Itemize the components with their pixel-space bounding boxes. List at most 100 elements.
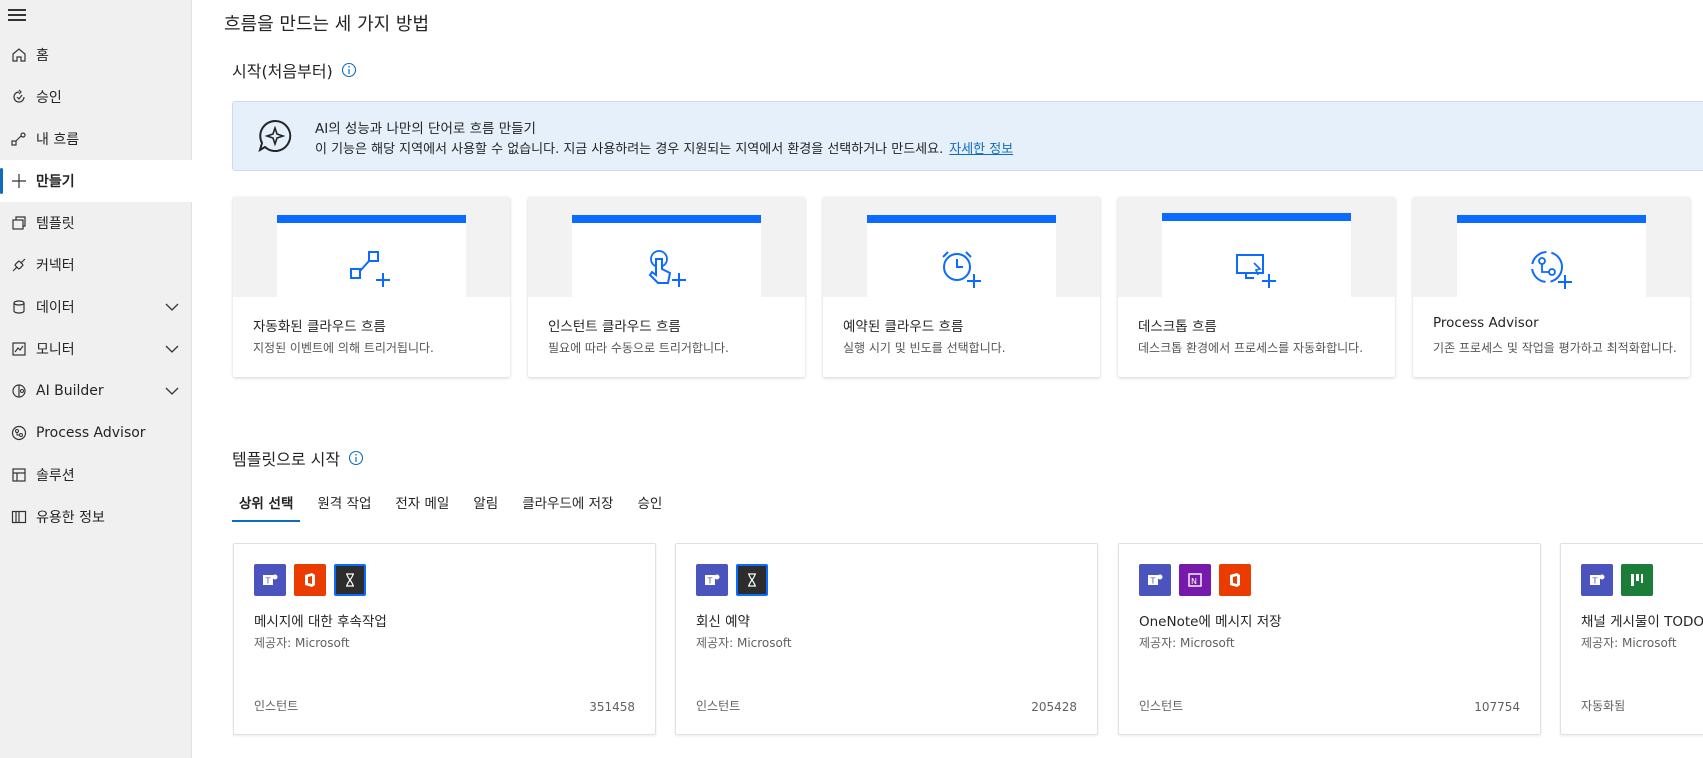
sidebar-item-process-advisor[interactable]: Process Advisor [0, 412, 192, 454]
timer-icon [736, 564, 768, 596]
info-icon[interactable] [348, 450, 364, 466]
desktop-flow-icon [1236, 254, 1276, 288]
chevron-down-icon[interactable] [164, 383, 180, 399]
scheduled-cloud-flow-card[interactable]: 예약된 클라우드 흐름 실행 시기 및 빈도를 선택합니다. [823, 197, 1100, 377]
template-type: 인스턴트 [1139, 699, 1184, 713]
automated-cloud-flow-card[interactable]: 자동화된 클라우드 흐름 지정된 이벤트에 의해 트리거됩니다. [233, 197, 510, 377]
svg-text:T: T [707, 577, 713, 586]
plus-icon [10, 172, 28, 190]
tab-approvals[interactable]: 승인 [630, 494, 669, 522]
card-title: 인스턴트 클라우드 흐름 [548, 319, 681, 335]
chevron-down-icon[interactable] [164, 341, 180, 357]
info-icon[interactable] [341, 62, 357, 78]
instant-cloud-flow-card[interactable]: 인스턴트 클라우드 흐름 필요에 따라 수동으로 트리거합니다. [528, 197, 805, 377]
sidebar-item-label: 템플릿 [36, 216, 75, 232]
tab-save-to-cloud[interactable]: 클라우드에 저장 [515, 494, 620, 522]
ai-banner: AI의 성능과 나만의 단어로 흐름 만들기 이 기능은 해당 지역에서 사용할… [232, 101, 1703, 171]
sidebar-nav: 홈 승인 내 흐름 만들기 템플릿 커넥터 데이터 모니터 AI Builder… [0, 34, 192, 538]
flow-icon [10, 130, 28, 148]
sidebar-item-monitor[interactable]: 모니터 [0, 328, 192, 370]
template-type: 인스턴트 [254, 699, 299, 713]
sidebar-item-home[interactable]: 홈 [0, 34, 192, 76]
home-icon [10, 46, 28, 64]
sidebar-item-connectors[interactable]: 커넥터 [0, 244, 192, 286]
card-illustration [1413, 197, 1690, 297]
banner-text: 이 기능은 해당 지역에서 사용할 수 없습니다. 지금 사용하려는 경우 지원… [315, 138, 1013, 157]
onenote-icon: N [1179, 564, 1211, 596]
scheduled-flow-icon [942, 251, 981, 288]
page-title: 흐름을 만드는 세 가지 방법 [224, 14, 430, 35]
section-title-text: 템플릿으로 시작 [232, 450, 341, 469]
sidebar-item-create[interactable]: 만들기 [0, 160, 192, 202]
book-icon [10, 508, 28, 526]
teams-icon: T [1139, 564, 1171, 596]
card-illustration [823, 197, 1100, 297]
ai-builder-icon [10, 382, 28, 400]
template-card[interactable]: T 메시지에 대한 후속작업 제공자: Microsoft 인스턴트 35145… [233, 543, 656, 735]
template-usage-count: 205428 [1031, 700, 1077, 714]
sidebar-item-label: 솔루션 [36, 468, 75, 484]
template-title: OneNote에 메시지 저장 [1139, 614, 1282, 630]
card-title: 예약된 클라우드 흐름 [843, 319, 964, 335]
chevron-down-icon[interactable] [164, 299, 180, 315]
template-card[interactable]: T 회신 예약 제공자: Microsoft 인스턴트 205428 [675, 543, 1098, 735]
template-type: 자동화됨 [1581, 699, 1626, 713]
card-illustration [528, 197, 805, 297]
connector-icons: T N [1139, 564, 1259, 596]
banner-title: AI의 성능과 나만의 단어로 흐름 만들기 [315, 121, 536, 137]
template-provider: 제공자: Microsoft [1581, 636, 1677, 650]
sidebar-item-ai-builder[interactable]: AI Builder [0, 370, 192, 412]
card-title: 자동화된 클라우드 흐름 [253, 319, 386, 335]
banner-message: 이 기능은 해당 지역에서 사용할 수 없습니다. 지금 사용하려는 경우 지원… [315, 142, 944, 157]
template-card[interactable]: T 채널 게시물이 TODO로 제공자: Microsoft 자동화됨 [1560, 543, 1703, 735]
template-card[interactable]: T N OneNote에 메시지 저장 제공자: Microsoft 인스턴트 … [1118, 543, 1541, 735]
sidebar-item-label: 승인 [36, 90, 62, 106]
connector-icons: T [1581, 564, 1661, 596]
teams-icon: T [1581, 564, 1613, 596]
template-usage-count: 351458 [589, 700, 635, 714]
sidebar-item-learn[interactable]: 유용한 정보 [0, 496, 192, 538]
chat-sparkle-icon [258, 119, 292, 153]
svg-text:T: T [1150, 577, 1156, 586]
template-title: 메시지에 대한 후속작업 [254, 614, 387, 630]
tab-top-picks[interactable]: 상위 선택 [232, 494, 301, 522]
sidebar-item-templates[interactable]: 템플릿 [0, 202, 192, 244]
template-title: 채널 게시물이 TODO로 [1581, 614, 1703, 630]
learn-more-link[interactable]: 자세한 정보 [949, 142, 1013, 157]
connector-icons: T [254, 564, 374, 596]
template-icon [10, 214, 28, 232]
process-advisor-card[interactable]: Process Advisor 기존 프로세스 및 작업을 평가하고 최적화합니… [1413, 197, 1690, 377]
sidebar-item-data[interactable]: 데이터 [0, 286, 192, 328]
hamburger-menu-icon[interactable] [8, 6, 28, 22]
template-type: 인스턴트 [696, 699, 741, 713]
sidebar-item-label: AI Builder [36, 383, 104, 399]
template-provider: 제공자: Microsoft [696, 636, 792, 650]
tab-email[interactable]: 전자 메일 [388, 494, 456, 522]
database-icon [10, 298, 28, 316]
process-advisor-icon [10, 424, 28, 442]
sidebar-item-label: 데이터 [36, 300, 75, 316]
card-description: 지정된 이벤트에 의해 트리거됩니다. [253, 341, 434, 355]
office-icon [1219, 564, 1251, 596]
template-provider: 제공자: Microsoft [1139, 636, 1235, 650]
tab-notifications[interactable]: 알림 [466, 494, 505, 522]
tab-remote-work[interactable]: 원격 작업 [310, 494, 378, 522]
card-description: 실행 시기 및 빈도를 선택합니다. [843, 341, 1006, 355]
sidebar-item-label: Process Advisor [36, 425, 146, 441]
sidebar-item-solutions[interactable]: 솔루션 [0, 454, 192, 496]
sidebar-item-approvals[interactable]: 승인 [0, 76, 192, 118]
office-icon [294, 564, 326, 596]
desktop-flow-card[interactable]: 데스크톱 흐름 데스크톱 환경에서 프로세스를 자동화합니다. [1118, 197, 1395, 377]
process-advisor-icon [1531, 251, 1572, 289]
template-usage-count: 107754 [1474, 700, 1520, 714]
template-provider: 제공자: Microsoft [254, 636, 350, 650]
timer-icon [334, 564, 366, 596]
section-title-text: 시작(처음부터) [232, 62, 333, 81]
svg-text:N: N [1191, 577, 1197, 586]
template-title: 회신 예약 [696, 614, 750, 630]
sidebar-item-label: 유용한 정보 [36, 510, 105, 526]
card-illustration [1118, 197, 1395, 297]
card-title: Process Advisor [1433, 315, 1539, 331]
sidebar-item-my-flows[interactable]: 내 흐름 [0, 118, 192, 160]
approval-icon [10, 88, 28, 106]
